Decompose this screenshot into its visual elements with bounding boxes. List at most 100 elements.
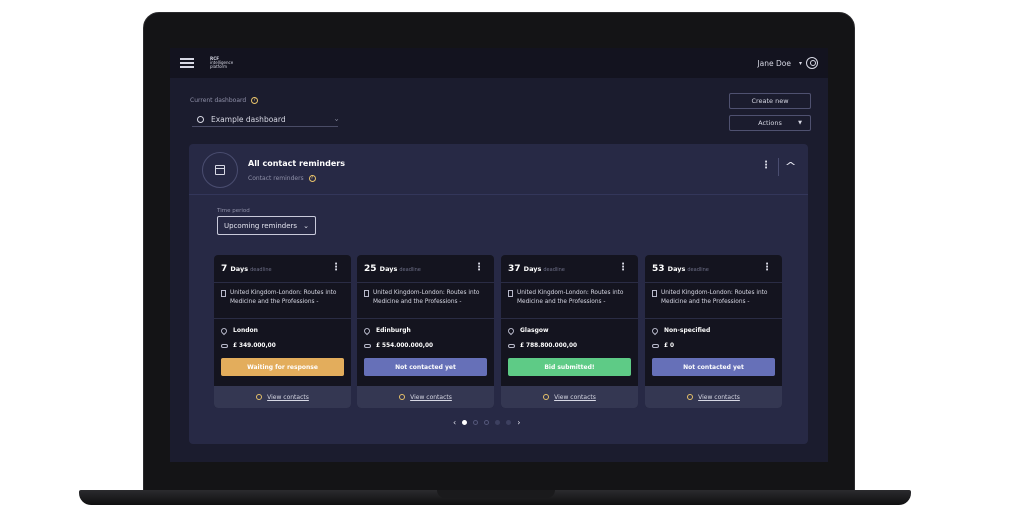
- chevron-down-icon: ⌄: [303, 221, 309, 230]
- location-pin-icon: [219, 326, 229, 335]
- app-logo[interactable]: RCF intelligence platform: [210, 55, 236, 71]
- route-text: United Kingdom-London: Routes into Medic…: [661, 290, 768, 305]
- card-header: 7 Days deadline ⋮: [214, 255, 351, 283]
- calendar-badge: [202, 152, 238, 188]
- more-options-icon[interactable]: ⋮: [761, 161, 771, 171]
- route-text: United Kingdom-London: Routes into Medic…: [517, 290, 624, 305]
- value-text: £ 554.000.000,00: [376, 343, 434, 349]
- chevron-right-icon[interactable]: ›: [517, 418, 520, 427]
- value-text: £ 788.800.000,00: [520, 343, 578, 349]
- tender-route[interactable]: United Kingdom-London: Routes into Medic…: [652, 289, 777, 307]
- user-name: Jane Doe: [757, 58, 791, 68]
- view-contacts-link[interactable]: View contacts: [214, 386, 351, 408]
- status-text: Not contacted yet: [395, 363, 456, 371]
- tender-route[interactable]: United Kingdom-London: Routes into Medic…: [221, 289, 346, 307]
- dashboard-icon: [197, 116, 204, 123]
- money-icon: [508, 344, 515, 348]
- reminder-card[interactable]: 25 Days deadline ⋮ United Kingdom-London:…: [357, 255, 494, 408]
- days-unit: Days: [230, 265, 249, 273]
- actions-label: Actions: [758, 119, 782, 127]
- calendar-icon: [215, 165, 225, 175]
- deadline-label: deadline: [399, 267, 421, 273]
- location: London: [219, 326, 258, 335]
- location-text: Non-specified: [664, 327, 711, 334]
- view-contacts-text: View contacts: [410, 393, 452, 401]
- time-period-select[interactable]: Upcoming reminders ⌄: [217, 216, 316, 235]
- contract-value: £ 554.000.000,00: [364, 343, 433, 349]
- page-dots: [462, 420, 512, 425]
- chevron-left-icon[interactable]: ‹: [453, 418, 456, 427]
- panel-subtitle-text: Contact reminders: [248, 175, 304, 182]
- contact-reminders-panel: All contact reminders Contact reminders …: [189, 144, 808, 444]
- status-text: Bid submitted!: [544, 363, 595, 371]
- more-options-icon[interactable]: ⋮: [618, 263, 628, 273]
- days-unit: Days: [667, 265, 686, 273]
- building-icon: [652, 290, 657, 297]
- hamburger-menu-icon[interactable]: [180, 58, 194, 68]
- contacts-icon: [687, 394, 694, 400]
- create-new-button[interactable]: Create new: [729, 93, 811, 109]
- card-header: 53 Days deadline ⋮: [645, 255, 782, 283]
- money-icon: [221, 344, 228, 348]
- tender-route[interactable]: United Kingdom-London: Routes into Medic…: [364, 289, 489, 307]
- deadline-label: deadline: [250, 267, 272, 273]
- building-icon: [508, 290, 513, 297]
- more-options-icon[interactable]: ⋮: [331, 263, 341, 273]
- laptop-notch: [437, 490, 555, 498]
- view-contacts-text: View contacts: [698, 393, 740, 401]
- tender-route[interactable]: United Kingdom-London: Routes into Medic…: [508, 289, 633, 307]
- building-icon: [221, 290, 226, 297]
- view-contacts-link[interactable]: View contacts: [357, 386, 494, 408]
- divider: [645, 318, 782, 319]
- reminder-card[interactable]: 37 Days deadline ⋮ United Kingdom-London:…: [501, 255, 638, 408]
- location: Glasgow: [506, 326, 549, 335]
- contacts-icon: [256, 394, 263, 400]
- page-dot[interactable]: [506, 420, 512, 425]
- status-button[interactable]: Not contacted yet: [652, 358, 775, 376]
- value-text: £ 0: [664, 343, 675, 349]
- more-options-icon[interactable]: ⋮: [762, 263, 772, 273]
- days-remaining: 37 Days deadline: [508, 264, 565, 274]
- location-pin-icon: [362, 326, 372, 335]
- reminder-card[interactable]: 53 Days deadline ⋮ United Kingdom-London:…: [645, 255, 782, 408]
- status-button[interactable]: Not contacted yet: [364, 358, 487, 376]
- contacts-icon: [399, 394, 406, 400]
- page-dot[interactable]: [495, 420, 501, 425]
- more-options-icon[interactable]: ⋮: [474, 263, 484, 273]
- logo-subtext-2: platform: [210, 64, 227, 69]
- route-text: United Kingdom-London: Routes into Medic…: [230, 290, 337, 305]
- view-contacts-link[interactable]: View contacts: [645, 386, 782, 408]
- chevron-up-icon[interactable]: ^: [785, 160, 797, 173]
- reminder-card[interactable]: 7 Days deadline ⋮ United Kingdom-London: …: [214, 255, 351, 408]
- location-text: Edinburgh: [376, 327, 411, 334]
- page-dot[interactable]: [473, 420, 479, 425]
- app-screen: RCF intelligence platform Jane Doe ▾ Cur…: [170, 48, 828, 462]
- days-number: 7: [221, 264, 228, 274]
- divider: [501, 318, 638, 319]
- question-circle-icon[interactable]: ?: [251, 97, 259, 104]
- days-remaining: 7 Days deadline: [221, 264, 272, 274]
- status-button[interactable]: Waiting for response: [221, 358, 344, 376]
- top-bar: RCF intelligence platform Jane Doe ▾: [170, 48, 828, 78]
- view-contacts-link[interactable]: View contacts: [501, 386, 638, 408]
- status-text: Waiting for response: [247, 363, 318, 371]
- days-unit: Days: [379, 265, 398, 273]
- actions-button[interactable]: Actions ▼: [729, 115, 811, 131]
- current-dashboard-label: Current dashboard ?: [190, 97, 259, 104]
- dashboard-select[interactable]: Example dashboard ›: [192, 113, 341, 127]
- chevron-down-icon: ›: [332, 118, 341, 121]
- location: Edinburgh: [362, 326, 411, 335]
- divider: [357, 318, 494, 319]
- contacts-icon: [543, 394, 550, 400]
- page-dot[interactable]: [484, 420, 490, 425]
- location: Non-specified: [650, 326, 711, 335]
- status-button[interactable]: Bid submitted!: [508, 358, 631, 376]
- status-text: Not contacted yet: [683, 363, 744, 371]
- panel-header: All contact reminders Contact reminders …: [189, 144, 808, 195]
- current-dashboard-label-text: Current dashboard: [190, 97, 247, 104]
- question-circle-icon[interactable]: ?: [308, 175, 316, 182]
- page-dot[interactable]: [462, 420, 468, 425]
- days-number: 25: [364, 264, 377, 274]
- user-menu[interactable]: Jane Doe ▾: [757, 57, 818, 69]
- pagination: ‹ ›: [453, 418, 520, 427]
